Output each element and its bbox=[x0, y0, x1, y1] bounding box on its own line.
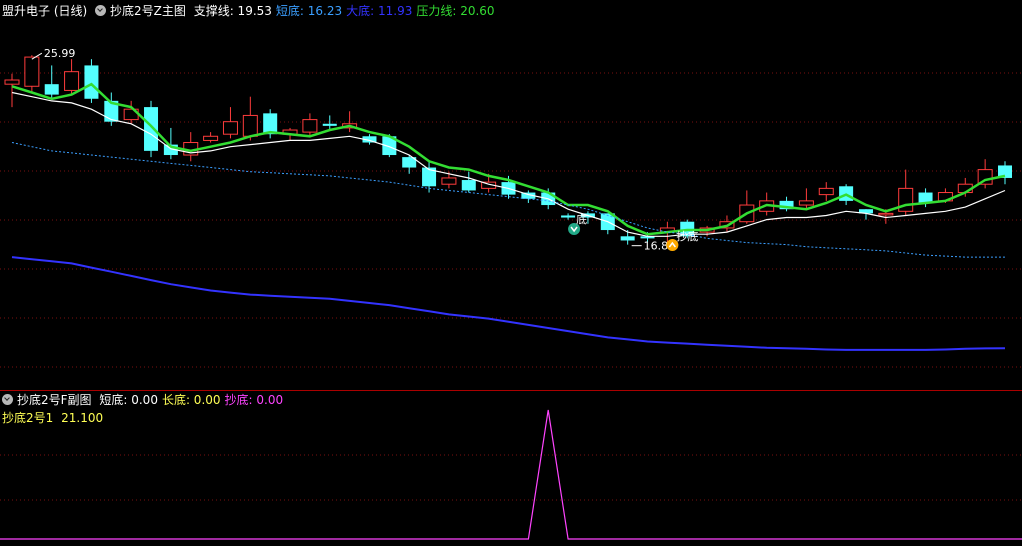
sub-panel-header: 抄底2号F副图 短底: 0.00 长底: 0.00 抄底: 0.00 bbox=[2, 392, 291, 408]
main-indicator-value-0: 支撑线: 19.53 bbox=[193, 4, 272, 18]
sub-series-line-0 bbox=[0, 409, 1022, 540]
candle-body-40 bbox=[798, 200, 814, 206]
candle-body-4 bbox=[84, 65, 99, 99]
panel-divider bbox=[0, 390, 1022, 391]
candle-body-2 bbox=[44, 84, 59, 95]
sub-line2-label: 抄底2号1 bbox=[2, 411, 54, 425]
stock-name: 盟升电子 (日线) bbox=[2, 4, 88, 18]
sub-indicator-name[interactable]: 抄底2号F副图 bbox=[17, 393, 92, 407]
candle-body-3 bbox=[64, 71, 80, 91]
buy-signal-1-label: 底 bbox=[576, 212, 587, 226]
main-indicator-value-2: 大底: 11.93 bbox=[346, 4, 413, 18]
series-line-0 bbox=[11, 82, 1006, 236]
candle-body-41 bbox=[818, 187, 834, 196]
sub-indicator-value-1: 长底: 0.00 bbox=[161, 393, 221, 407]
series-line-3 bbox=[11, 256, 1006, 351]
buy-signal-2-label: 抄底 bbox=[676, 229, 698, 243]
main-panel-header: 盟升电子 (日线) 抄底2号Z主图 支撑线: 19.53 短底: 16.23 大底:… bbox=[2, 3, 503, 19]
candle-body-16 bbox=[322, 123, 337, 126]
sub-indicator-value-2: 抄底: 0.00 bbox=[224, 393, 284, 407]
candle-body-11 bbox=[222, 121, 238, 135]
low-price-label: 16.8 bbox=[644, 240, 669, 253]
series-line-1 bbox=[11, 91, 1006, 237]
sub-line2-value: 21.100 bbox=[61, 411, 104, 425]
candle-body-12 bbox=[242, 114, 258, 137]
high-price-label: 25.99 bbox=[44, 47, 76, 60]
settings-gear-icon[interactable] bbox=[2, 394, 13, 405]
candle-body-7 bbox=[144, 107, 159, 151]
sub-panel-line2: 抄底2号1 21.100 bbox=[2, 410, 107, 426]
candle-body-31 bbox=[620, 236, 635, 241]
candle-body-15 bbox=[302, 119, 318, 133]
sub-indicator-value-0: 短底: 0.00 bbox=[99, 393, 158, 407]
settings-gear-icon[interactable] bbox=[95, 5, 107, 16]
candle-body-0 bbox=[4, 79, 20, 85]
candle-body-44 bbox=[878, 212, 894, 216]
candle-body-22 bbox=[441, 177, 457, 185]
main-indicator-name[interactable]: 抄底2号Z主图 bbox=[110, 4, 186, 18]
candle-body-1 bbox=[24, 56, 40, 87]
main-indicator-value-3: 压力线: 20.60 bbox=[416, 4, 495, 18]
candle-body-10 bbox=[203, 135, 219, 141]
main-indicator-value-1: 短底: 16.23 bbox=[275, 4, 343, 18]
candlestick-chart[interactable]: 25.99 16.8 底抄底 bbox=[0, 0, 1022, 546]
candle-body-23 bbox=[461, 180, 476, 191]
candle-body-28 bbox=[561, 215, 576, 218]
